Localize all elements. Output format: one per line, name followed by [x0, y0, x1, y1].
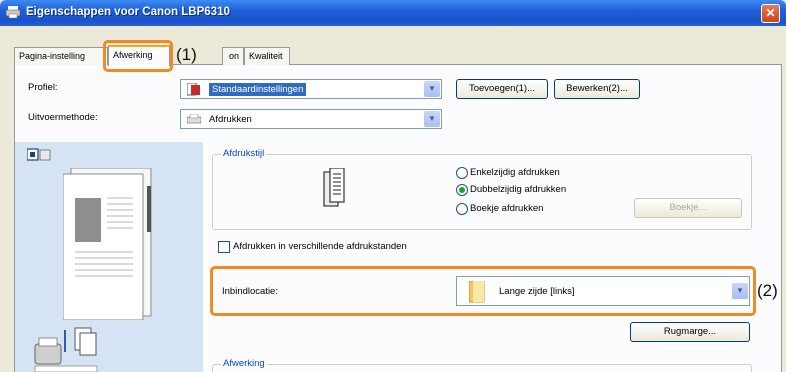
- close-button[interactable]: ✕: [761, 4, 780, 23]
- preview-pane: [15, 142, 203, 372]
- tab-quality[interactable]: Kwaliteit: [244, 47, 290, 65]
- page-view-toggle-icon[interactable]: [27, 148, 53, 162]
- radio-double-sided[interactable]: Dubbelzijdig afdrukken: [456, 184, 566, 196]
- print-style-group-title: Afdrukstijl: [221, 148, 267, 159]
- callout-label-2: (2): [757, 281, 778, 300]
- mixed-orientation-checkbox[interactable]: Afdrukken in verschillende afdrukstanden: [218, 241, 407, 253]
- tab-partial[interactable]: on: [222, 47, 244, 65]
- edit-profile-button[interactable]: Bewerken(2)...: [554, 79, 640, 99]
- finishing-group: Afwerking: [212, 358, 752, 372]
- add-profile-button[interactable]: Toevoegen(1)...: [456, 79, 548, 99]
- title-bar[interactable]: Eigenschappen voor Canon LBP6310 ✕: [0, 0, 786, 26]
- output-method-value: Afdrukken: [209, 114, 252, 125]
- radio-booklet[interactable]: Boekje afdrukken: [456, 203, 543, 215]
- chevron-down-icon: ▼: [424, 81, 440, 97]
- gutter-button[interactable]: Rugmarge...: [630, 322, 750, 342]
- output-method-select[interactable]: Afdrukken ▼: [180, 109, 442, 129]
- output-method-label: Uitvoermethode:: [28, 112, 98, 123]
- profile-value: Standaardinstellingen: [209, 83, 307, 96]
- profile-select[interactable]: Standaardinstellingen ▼: [180, 79, 442, 99]
- finishing-group-title: Afwerking: [221, 358, 267, 369]
- printer-icon: [6, 6, 20, 18]
- profile-label: Profiel:: [28, 82, 58, 93]
- booklet-button[interactable]: Boekje...: [634, 198, 742, 218]
- window-title: Eigenschappen voor Canon LBP6310: [26, 6, 230, 18]
- tab-page-setup[interactable]: Pagina-instelling: [14, 47, 108, 65]
- printer-output-icon: [34, 327, 98, 372]
- tab-finishing[interactable]: Afwerking: [108, 45, 170, 66]
- printer-icon: [187, 114, 201, 124]
- printer-properties-window: Eigenschappen voor Canon LBP6310 ✕ Pagin…: [0, 0, 786, 372]
- callout-highlight-binding: [210, 266, 756, 316]
- close-icon: ✕: [765, 6, 776, 20]
- page-preview-icon: [63, 168, 152, 320]
- radio-single-sided[interactable]: Enkelzijdig afdrukken: [456, 167, 560, 179]
- callout-label-1: (1): [176, 45, 197, 64]
- chevron-down-icon: ▼: [424, 111, 440, 127]
- profile-icon: [187, 83, 200, 96]
- duplex-document-icon: [323, 168, 345, 207]
